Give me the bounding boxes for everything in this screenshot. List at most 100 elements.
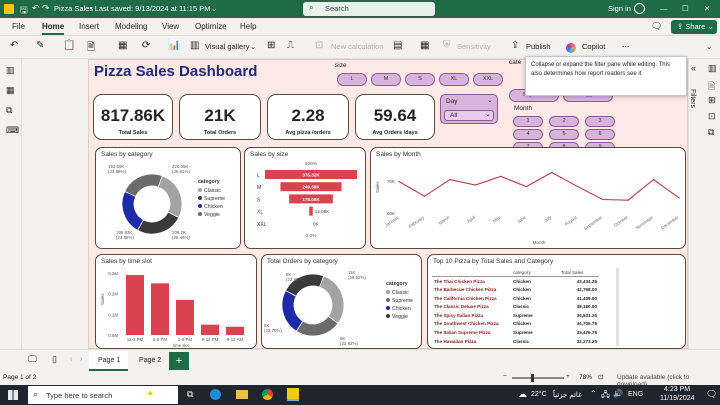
refresh-icon[interactable]: ⟳ [142, 40, 150, 51]
add-page-button[interactable]: + [169, 352, 189, 370]
table-icon[interactable]: ▦ [118, 40, 127, 51]
sales-by-size-panel[interactable]: Sales by size 100% L 375.32K M 249.38K S 178.0… [244, 147, 366, 249]
share-button[interactable]: ⇪ Share ⌄ [671, 20, 717, 34]
publish-icon[interactable]: ⇪ [511, 40, 519, 51]
first-page-icon[interactable]: ‹ [70, 356, 72, 363]
expand-filters-icon[interactable]: « [691, 63, 696, 73]
get-data-icon[interactable]: 🗎 [87, 40, 95, 57]
undo-icon[interactable]: ↶ [32, 3, 40, 14]
sensitivity-button[interactable]: Sensitivity [457, 42, 491, 51]
dax-query-icon[interactable]: ⌨ [6, 125, 19, 136]
collapse-ribbon-icon[interactable]: ⌄ [706, 42, 712, 51]
powerbi-taskbar-icon[interactable] [287, 388, 299, 401]
column-header[interactable]: pizza_name [432, 268, 511, 278]
zoom-in-button[interactable]: + [566, 373, 570, 380]
table-row[interactable]: The Classic Deluxe Pizza Classic 38,180.50 [432, 302, 599, 311]
kpi-card-total-sales[interactable]: 817.86K Total Sales [93, 94, 173, 140]
comment-icon[interactable]: 🗨 [651, 21, 662, 32]
copilot-icon[interactable] [566, 43, 576, 53]
bookmarks-icon[interactable]: ⊡ [708, 111, 716, 122]
menu-insert[interactable]: Insert [79, 22, 99, 31]
size-option-l[interactable]: L [337, 73, 367, 86]
sales-by-time-slot-panel[interactable]: Sales by time slot Sales 0.0M 0.1M 0.2M 0.3M… [95, 254, 257, 349]
chevron-down-icon[interactable]: ⌄ [211, 0, 217, 18]
maximize-icon[interactable]: ☐ [682, 0, 689, 18]
table-row[interactable]: The California Chicken Pizza Chicken 41,40… [432, 294, 599, 303]
clock-time[interactable]: 4:23 PM [664, 386, 690, 393]
mobile-view-icon[interactable]: ▯ [52, 354, 57, 365]
size-option-xxl[interactable]: XXL [473, 73, 503, 86]
minimize-icon[interactable]: — [660, 0, 668, 18]
quick-measure-icon[interactable]: ▦ [420, 40, 429, 51]
menu-help[interactable]: Help [240, 22, 256, 31]
account-icon[interactable] [634, 3, 645, 14]
visual-gallery-icon[interactable]: ▥ [190, 40, 199, 51]
orders-by-category-panel[interactable]: Total Orders by category 11K (29.52%) 8K (2… [261, 254, 422, 349]
table-scrollbar[interactable] [616, 268, 619, 346]
sensitivity-icon[interactable]: ⛨ [443, 40, 451, 51]
edge-icon[interactable] [210, 389, 221, 400]
table-row[interactable]: The Spicy Italian Pizza Supreme 34,831.25 [432, 311, 599, 320]
menu-file[interactable]: File [12, 22, 25, 31]
filters-label[interactable]: Filters [689, 89, 696, 108]
network-icon[interactable]: 🖧 [601, 389, 610, 403]
month-option-5[interactable]: 5 [549, 129, 579, 140]
sales-by-month-panel[interactable]: Sales by Month Sales 60K 70K January Februar… [370, 147, 686, 249]
format-icon[interactable]: ⊞ [708, 95, 716, 106]
kpi-card-avg-pizza[interactable]: 2.28 Avg pizza /orders [267, 94, 349, 140]
sign-in-link[interactable]: Sign in [608, 0, 631, 18]
top-pizza-table-panel[interactable]: Top 10 Pizza by Total Sales and Category… [427, 254, 686, 349]
copilot-sparkle-icon[interactable]: ✦ [146, 389, 154, 400]
table-row[interactable]: The Barbecue Chicken Pizza Chicken 42,768.… [432, 285, 599, 294]
clock-date[interactable]: 11/19/2024 [660, 395, 695, 402]
save-icon[interactable]: 🖫 [20, 3, 28, 19]
new-calculation-icon[interactable]: ⊡ [315, 40, 323, 51]
table-row[interactable]: The Thai Chicken Pizza Chicken 43,434.25 [432, 277, 599, 286]
taskbar-search-box[interactable]: ⌕ Type here to search [28, 386, 178, 404]
shapes-icon[interactable]: ⎍ [287, 40, 294, 51]
new-calculation-button[interactable]: New calculation [331, 42, 384, 51]
task-view-icon[interactable]: ⧉ [187, 389, 193, 400]
model-view-icon[interactable]: ⧉ [6, 105, 12, 116]
data-icon[interactable]: 🗎 [708, 79, 715, 95]
fit-page-icon[interactable]: ⊡ [598, 373, 603, 381]
day-dropdown[interactable]: All ⌄ [444, 110, 494, 121]
month-option-1[interactable]: 1 [513, 116, 543, 127]
kpi-card-total-orders[interactable]: 21K Total Orders [179, 94, 261, 140]
size-option-s[interactable]: S [405, 73, 435, 86]
zoom-out-button[interactable]: − [503, 373, 507, 380]
chevron-down-icon[interactable]: ⌄ [250, 42, 256, 51]
insert-visual-icon[interactable]: ⊞ [267, 40, 275, 51]
publish-button[interactable]: Publish [526, 42, 551, 51]
visualizations-icon[interactable]: ▥ [708, 63, 717, 74]
desktop-view-icon[interactable]: 🖵 [28, 354, 37, 365]
report-view-icon[interactable]: ▥ [6, 65, 15, 76]
month-option-2[interactable]: 2 [549, 116, 579, 127]
menu-home[interactable]: Home [42, 22, 65, 35]
file-explorer-icon[interactable] [236, 390, 248, 399]
paste-icon[interactable]: 📋 [63, 40, 75, 51]
search-box[interactable]: ⌕ Search [303, 2, 435, 16]
windows-start-icon[interactable] [8, 390, 18, 400]
menu-optimize[interactable]: Optimize [195, 22, 227, 31]
language-indicator[interactable]: ENG [628, 391, 643, 398]
format-painter-icon[interactable]: ✎ [36, 40, 44, 51]
prev-page-icon[interactable]: › [80, 356, 82, 363]
day-slicer[interactable]: Day ⌄ All ⌄ [440, 94, 498, 124]
more-options-icon[interactable]: ··· [622, 42, 630, 51]
month-option-3[interactable]: 3 [585, 116, 615, 127]
sales-by-category-panel[interactable]: Sales by category 220.05K (26.91%) 208.2K(… [95, 147, 241, 249]
notification-icon[interactable]: 🗨 [706, 389, 717, 400]
zoom-slider[interactable] [512, 377, 564, 379]
size-option-m[interactable]: M [371, 73, 401, 86]
selection-icon[interactable]: ⧉ [708, 127, 714, 138]
zoom-slider-thumb[interactable] [531, 374, 534, 382]
visual-gallery-button[interactable]: Visual gallery [205, 42, 249, 51]
size-option-xl[interactable]: XL [439, 73, 469, 86]
chart-icon[interactable]: 📊 [168, 40, 180, 51]
weather-temp[interactable]: 22°C [531, 391, 547, 398]
copilot-button[interactable]: Copilot [582, 42, 605, 51]
month-option-4[interactable]: 4 [513, 129, 543, 140]
table-row[interactable]: The Southwest Chicken Pizza Chicken 34,705… [432, 320, 599, 329]
menu-view[interactable]: View [162, 22, 179, 31]
